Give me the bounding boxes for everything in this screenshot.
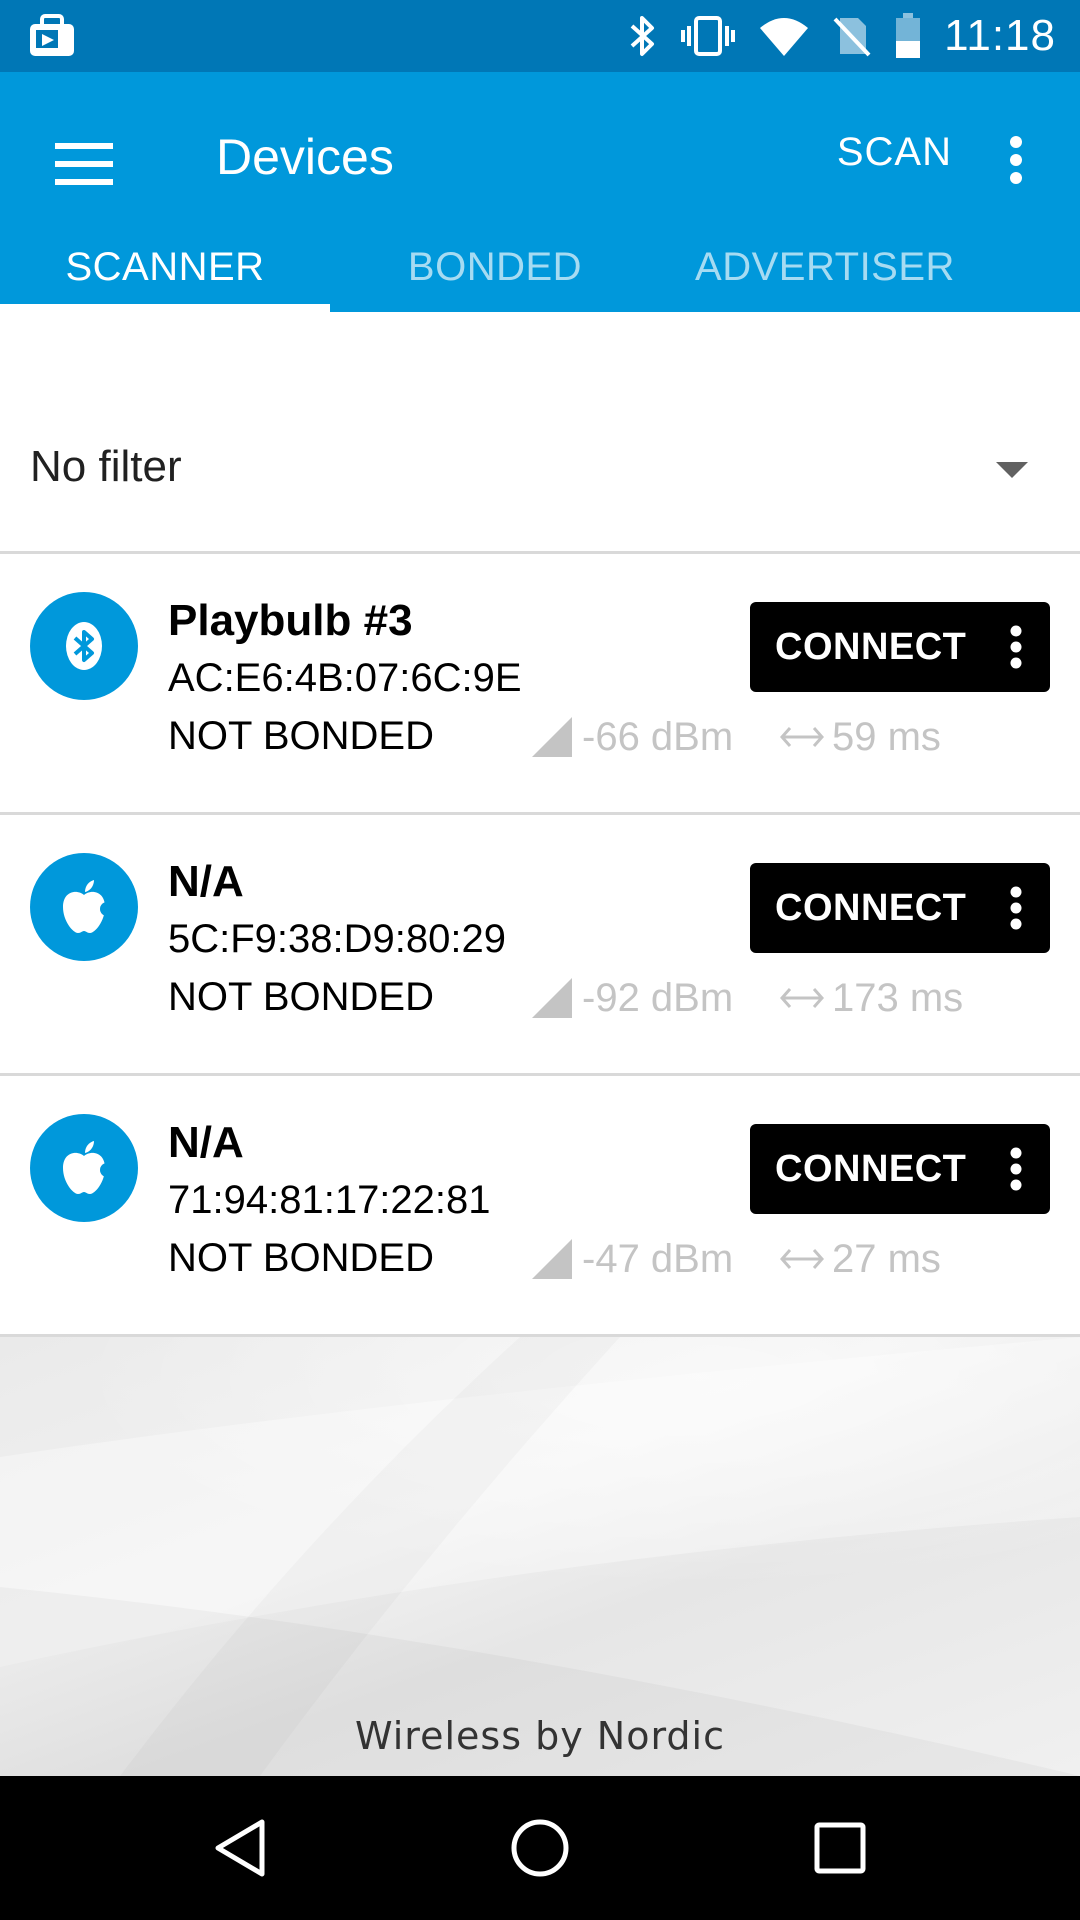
battery-icon: [894, 13, 922, 59]
dropdown-arrow-icon: [996, 462, 1028, 478]
device-name: Playbulb #3: [168, 596, 413, 645]
connect-label: CONNECT: [775, 886, 967, 929]
footer-branding: Wireless by Nordic: [355, 1714, 725, 1758]
home-icon: [511, 1819, 569, 1877]
notification-icon: [28, 14, 76, 58]
rssi-value: -47 dBm: [582, 1236, 734, 1281]
bluetooth-icon: [30, 592, 138, 700]
device-row[interactable]: Playbulb #3 AC:E6:4B:07:6C:9E NOT BONDED…: [0, 554, 1080, 815]
overflow-menu-button[interactable]: [992, 128, 1040, 192]
interval-value: 27 ms: [832, 1236, 941, 1281]
device-list: Playbulb #3 AC:E6:4B:07:6C:9E NOT BONDED…: [0, 554, 1080, 1337]
device-row[interactable]: N/A 5C:F9:38:D9:80:29 NOT BONDED -92 dBm…: [0, 815, 1080, 1076]
apple-icon: [30, 853, 138, 961]
app-bar: Devices SCAN SCANNER BONDED ADVERTISER: [0, 72, 1080, 312]
filter-dropdown[interactable]: No filter: [0, 388, 1080, 554]
interval-readout: 27 ms: [780, 1236, 941, 1282]
device-address: AC:E6:4B:07:6C:9E: [168, 656, 522, 700]
page-title: Devices: [216, 129, 394, 185]
filter-value: No filter: [30, 442, 182, 491]
tab-bar: SCANNER BONDED ADVERTISER: [0, 222, 1080, 312]
back-button[interactable]: [200, 1812, 280, 1884]
signal-strength-icon: [532, 1239, 572, 1279]
bluetooth-icon: [628, 14, 658, 58]
back-icon: [215, 1819, 265, 1877]
hamburger-icon: [55, 143, 113, 185]
rssi-value: -92 dBm: [582, 975, 734, 1020]
interval-value: 59 ms: [832, 714, 941, 759]
connect-button[interactable]: CONNECT: [750, 1124, 1050, 1214]
device-address: 5C:F9:38:D9:80:29: [168, 917, 506, 961]
no-sim-icon: [832, 14, 872, 58]
status-time: 11:18: [944, 11, 1056, 60]
apple-icon: [30, 1114, 138, 1222]
bond-state: NOT BONDED: [168, 714, 434, 758]
rssi-readout: -47 dBm: [532, 1236, 733, 1282]
more-vert-icon[interactable]: [1008, 625, 1024, 669]
more-vert-icon[interactable]: [1008, 1147, 1024, 1191]
tab-scanner[interactable]: SCANNER: [0, 222, 330, 312]
system-nav-bar: [0, 1776, 1080, 1920]
tab-bonded[interactable]: BONDED: [330, 222, 660, 312]
interval-readout: 173 ms: [780, 975, 963, 1021]
rssi-value: -66 dBm: [582, 714, 734, 759]
recents-icon: [814, 1822, 866, 1874]
footer-background: [0, 1337, 1080, 1776]
interval-arrows-icon: [780, 988, 824, 1008]
status-bar: 11:18: [0, 0, 1080, 72]
vibrate-icon: [680, 14, 736, 58]
device-name: N/A: [168, 857, 244, 906]
more-vert-icon[interactable]: [1008, 886, 1024, 930]
recents-button[interactable]: [800, 1812, 880, 1884]
menu-button[interactable]: [36, 116, 132, 212]
tab-advertiser[interactable]: ADVERTISER: [660, 222, 990, 312]
signal-strength-icon: [532, 978, 572, 1018]
signal-strength-icon: [532, 717, 572, 757]
more-vert-icon: [1010, 136, 1022, 184]
interval-arrows-icon: [780, 727, 824, 747]
home-button[interactable]: [500, 1812, 580, 1884]
connect-label: CONNECT: [775, 1147, 967, 1190]
wifi-icon: [758, 14, 810, 58]
connect-button[interactable]: CONNECT: [750, 863, 1050, 953]
connect-label: CONNECT: [775, 625, 967, 668]
scan-button[interactable]: SCAN: [837, 130, 952, 175]
device-address: 71:94:81:17:22:81: [168, 1178, 491, 1222]
interval-value: 173 ms: [832, 975, 964, 1020]
bond-state: NOT BONDED: [168, 1236, 434, 1280]
interval-arrows-icon: [780, 1249, 824, 1269]
rssi-readout: -66 dBm: [532, 714, 733, 760]
rssi-readout: -92 dBm: [532, 975, 733, 1021]
device-name: N/A: [168, 1118, 244, 1167]
interval-readout: 59 ms: [780, 714, 941, 760]
device-row[interactable]: N/A 71:94:81:17:22:81 NOT BONDED -47 dBm…: [0, 1076, 1080, 1337]
connect-button[interactable]: CONNECT: [750, 602, 1050, 692]
bond-state: NOT BONDED: [168, 975, 434, 1019]
